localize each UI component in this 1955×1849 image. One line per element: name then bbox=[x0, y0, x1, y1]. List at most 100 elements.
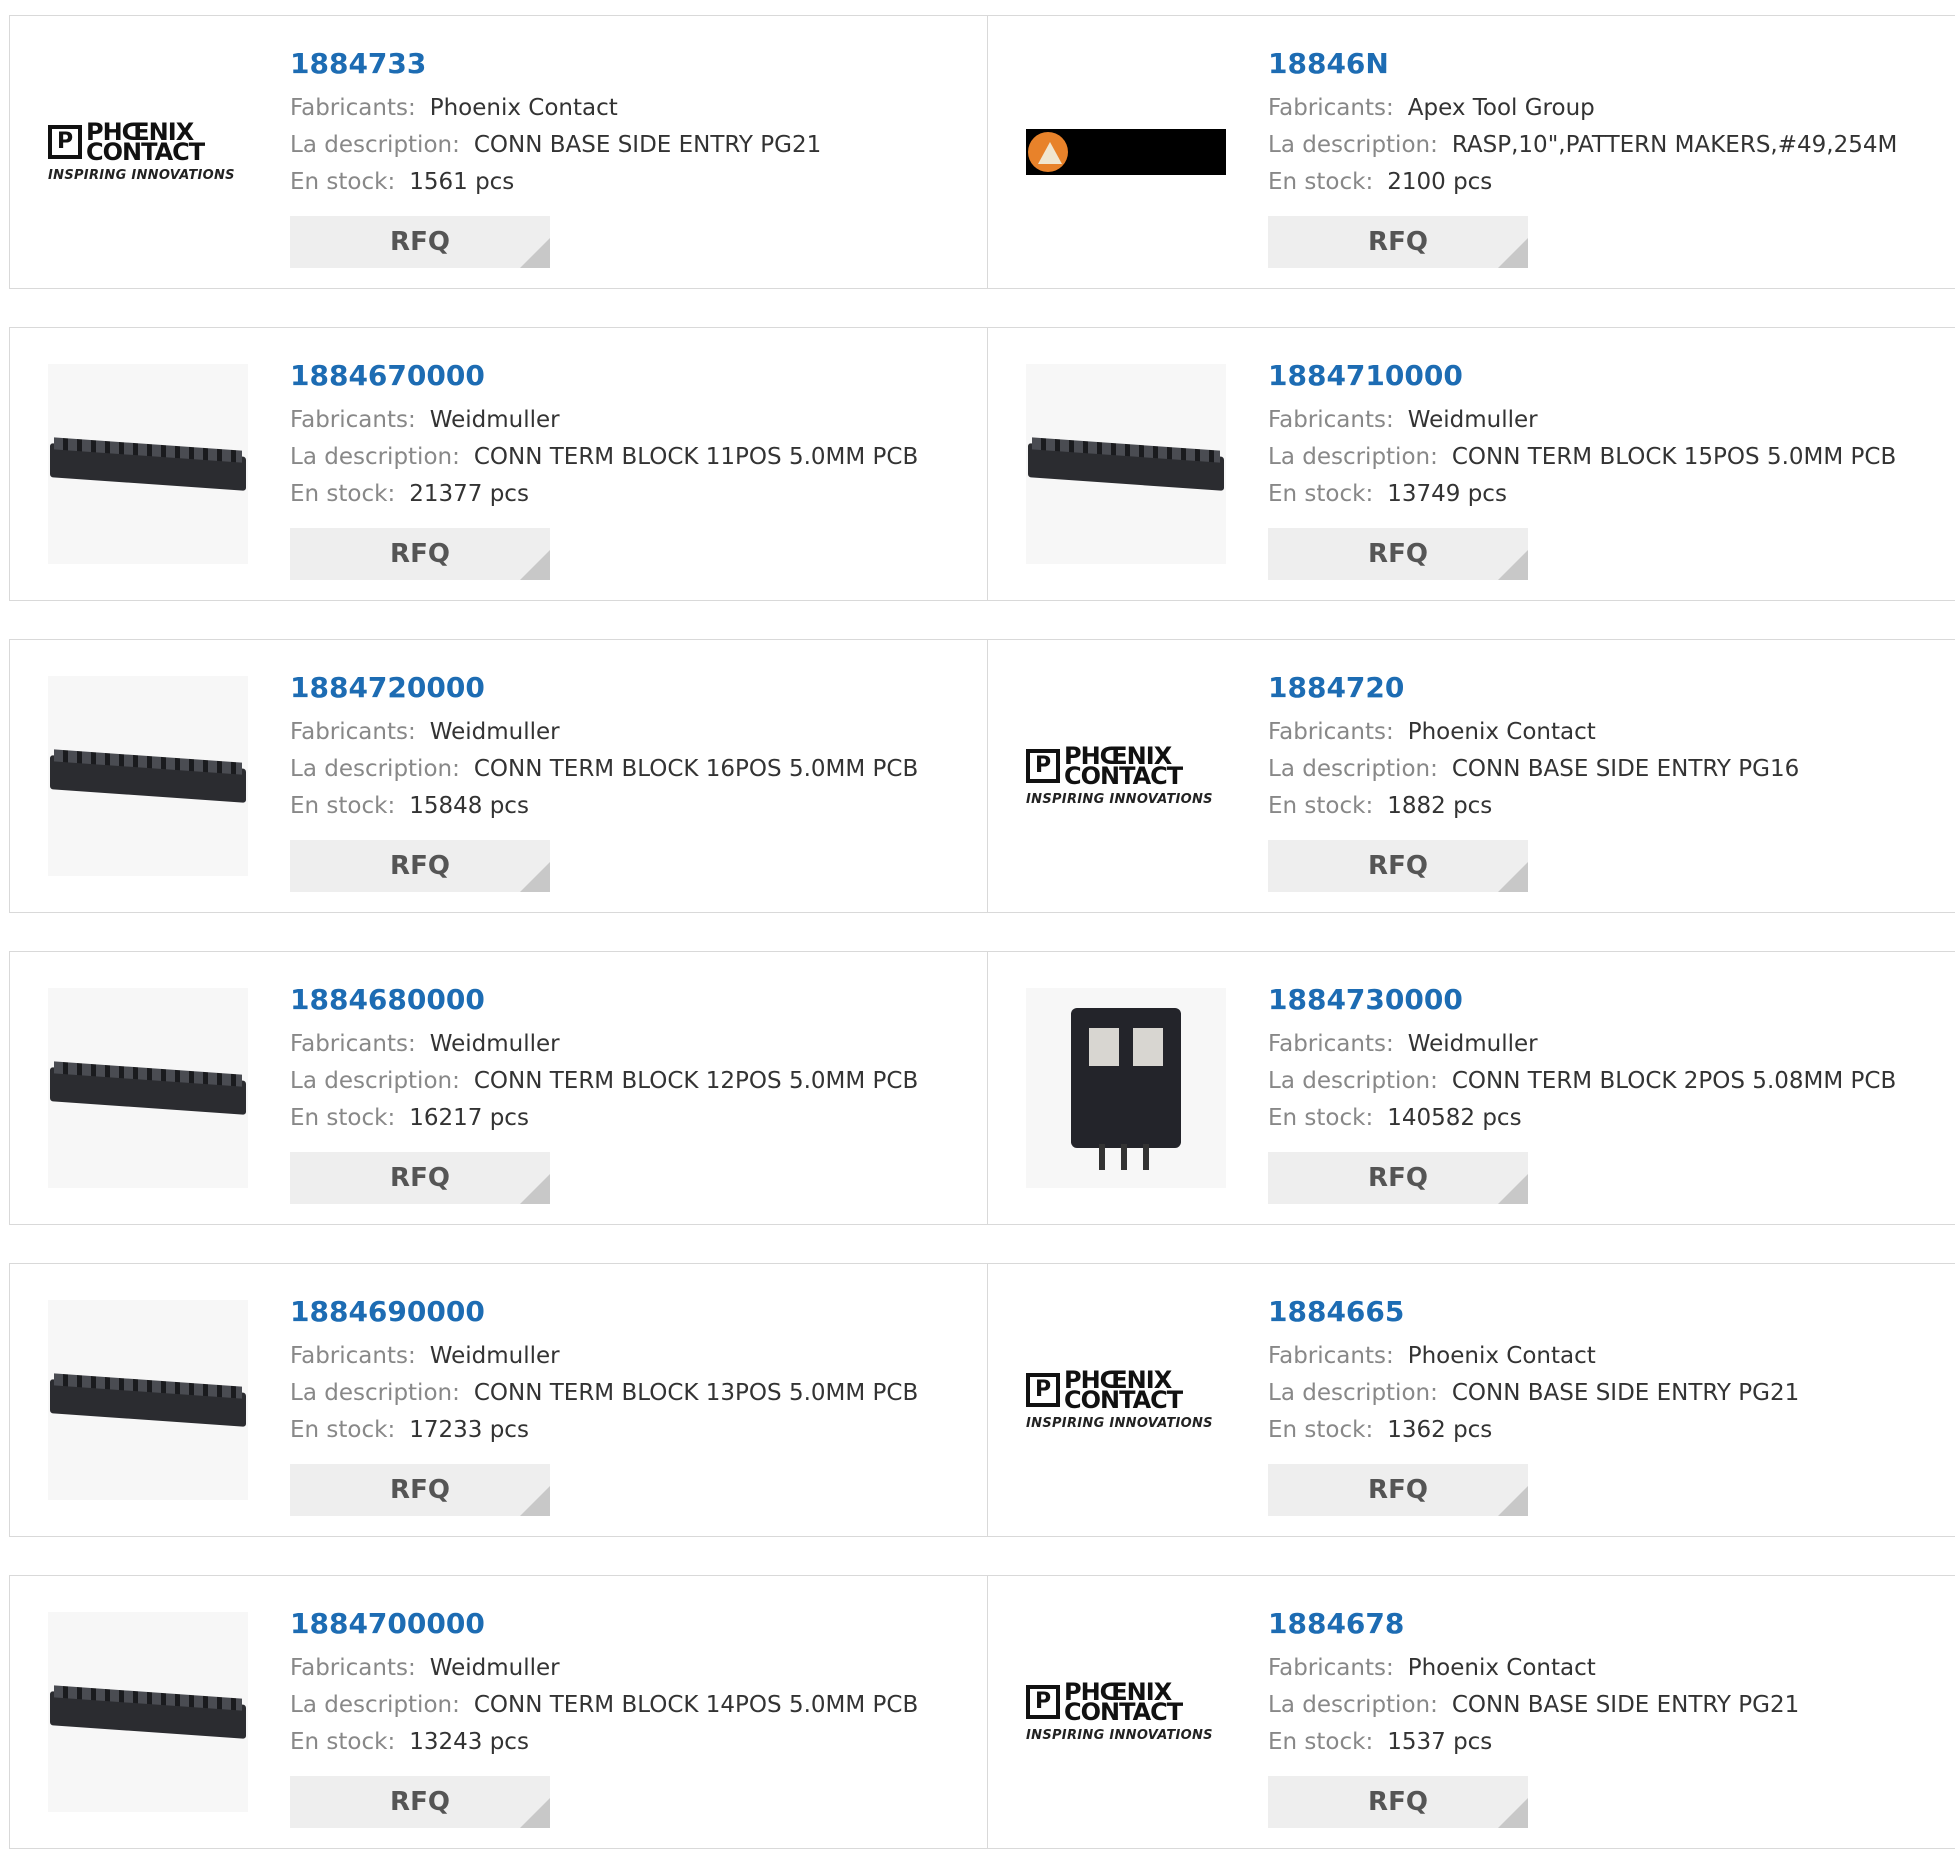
description-label: La description: bbox=[290, 444, 460, 470]
description-line: La description: CONN TERM BLOCK 12POS 5.0… bbox=[290, 1063, 918, 1100]
part-number-link[interactable]: 1884733 bbox=[290, 46, 821, 82]
manufacturer-line: Fabricants: Phoenix Contact bbox=[1268, 714, 1799, 751]
stock-line: En stock: 1362 pcs bbox=[1268, 1412, 1799, 1449]
stock-line: En stock: 15848 pcs bbox=[290, 788, 918, 825]
product-image[interactable] bbox=[48, 676, 248, 876]
manufacturer-value: Phoenix Contact bbox=[429, 95, 618, 121]
manufacturer-line: Fabricants: Weidmuller bbox=[1268, 402, 1896, 439]
product-image[interactable] bbox=[48, 1612, 248, 1812]
block-pin bbox=[1099, 1144, 1105, 1170]
rfq-button[interactable]: RFQ bbox=[290, 216, 550, 268]
rfq-corner-icon bbox=[1498, 1798, 1528, 1828]
part-number-link[interactable]: 1884720000 bbox=[290, 670, 918, 706]
part-number-link[interactable]: 1884710000 bbox=[1268, 358, 1896, 394]
product-image[interactable]: P PHŒNIX CONTACT INSPIRING INNOVATIONS bbox=[1026, 1300, 1226, 1500]
manufacturer-value: Weidmuller bbox=[429, 1343, 560, 1369]
rfq-label: RFQ bbox=[390, 1787, 450, 1817]
stock-value: 13243 pcs bbox=[409, 1729, 529, 1755]
product-image[interactable] bbox=[1026, 988, 1226, 1188]
description-line: La description: CONN TERM BLOCK 16POS 5.0… bbox=[290, 751, 918, 788]
product-image[interactable] bbox=[48, 364, 248, 564]
product-card: P PHŒNIX CONTACT INSPIRING INNOVATIONS 18846… bbox=[988, 1576, 1955, 1848]
block-screw-1 bbox=[1089, 1028, 1119, 1066]
product-image[interactable] bbox=[1026, 364, 1226, 564]
rfq-button[interactable]: RFQ bbox=[1268, 216, 1528, 268]
logo-wordmark: PHŒNIX CONTACT bbox=[1064, 744, 1183, 788]
phoenix-logo-mark-icon: P bbox=[1026, 1684, 1060, 1719]
logo-tagline: INSPIRING INNOVATIONS bbox=[1026, 1727, 1213, 1743]
manufacturer-value: Phoenix Contact bbox=[1407, 1343, 1596, 1369]
phoenix-contact-logo: P PHŒNIX CONTACT INSPIRING INNOVATIONS bbox=[1026, 1680, 1226, 1743]
rfq-corner-icon bbox=[1498, 550, 1528, 580]
product-image[interactable] bbox=[1026, 52, 1226, 252]
description-label: La description: bbox=[290, 1068, 460, 1094]
terminal-block-photo bbox=[50, 1685, 246, 1739]
product-image[interactable]: P PHŒNIX CONTACT INSPIRING INNOVATIONS bbox=[1026, 1612, 1226, 1812]
rfq-button[interactable]: RFQ bbox=[290, 1776, 550, 1828]
manufacturer-value: Weidmuller bbox=[429, 407, 560, 433]
part-number-link[interactable]: 1884690000 bbox=[290, 1294, 918, 1330]
rfq-button[interactable]: RFQ bbox=[1268, 840, 1528, 892]
description-line: La description: CONN BASE SIDE ENTRY PG16 bbox=[1268, 751, 1799, 788]
rfq-corner-icon bbox=[520, 1174, 550, 1204]
manufacturer-label: Fabricants: bbox=[290, 407, 416, 433]
rfq-label: RFQ bbox=[390, 539, 450, 569]
stock-value: 1362 pcs bbox=[1387, 1417, 1493, 1443]
two-position-block-photo bbox=[1061, 998, 1191, 1178]
part-number-link[interactable]: 1884720 bbox=[1268, 670, 1799, 706]
description-value: CONN TERM BLOCK 16POS 5.0MM PCB bbox=[473, 756, 919, 782]
product-grid: P PHŒNIX CONTACT INSPIRING INNOVATIONS 18847… bbox=[0, 0, 1955, 1849]
rfq-button[interactable]: RFQ bbox=[1268, 1776, 1528, 1828]
product-image[interactable]: P PHŒNIX CONTACT INSPIRING INNOVATIONS bbox=[1026, 676, 1226, 876]
product-image[interactable] bbox=[48, 988, 248, 1188]
rfq-label: RFQ bbox=[1368, 1163, 1428, 1193]
logo-tagline: INSPIRING INNOVATIONS bbox=[1026, 791, 1213, 807]
product-card: 1884690000 Fabricants: Weidmuller La descri… bbox=[10, 1264, 988, 1536]
description-value: RASP,10",PATTERN MAKERS,#49,254M bbox=[1451, 132, 1898, 158]
product-image[interactable]: P PHŒNIX CONTACT INSPIRING INNOVATIONS bbox=[48, 52, 248, 252]
rfq-button[interactable]: RFQ bbox=[290, 840, 550, 892]
part-number-link[interactable]: 1884678 bbox=[1268, 1606, 1799, 1642]
stock-label: En stock: bbox=[290, 481, 396, 507]
stock-line: En stock: 13243 pcs bbox=[290, 1724, 918, 1761]
logo-word-contact: CONTACT bbox=[1064, 1385, 1183, 1414]
product-info: 1884670000 Fabricants: Weidmuller La descri… bbox=[290, 358, 918, 513]
rfq-button[interactable]: RFQ bbox=[1268, 528, 1528, 580]
terminal-block-photo bbox=[50, 437, 246, 491]
product-card: 1884720000 Fabricants: Weidmuller La descri… bbox=[10, 640, 988, 912]
part-number-link[interactable]: 1884670000 bbox=[290, 358, 918, 394]
description-value: CONN TERM BLOCK 13POS 5.0MM PCB bbox=[473, 1380, 919, 1406]
rfq-button[interactable]: RFQ bbox=[1268, 1464, 1528, 1516]
description-label: La description: bbox=[1268, 1380, 1438, 1406]
stock-line: En stock: 17233 pcs bbox=[290, 1412, 918, 1449]
part-number-link[interactable]: 18846N bbox=[1268, 46, 1897, 82]
rfq-corner-icon bbox=[520, 550, 550, 580]
stock-value: 15848 pcs bbox=[409, 793, 529, 819]
manufacturer-label: Fabricants: bbox=[290, 719, 416, 745]
rfq-label: RFQ bbox=[390, 227, 450, 257]
description-label: La description: bbox=[1268, 444, 1438, 470]
rfq-button[interactable]: RFQ bbox=[290, 1464, 550, 1516]
manufacturer-label: Fabricants: bbox=[1268, 719, 1394, 745]
description-line: La description: CONN TERM BLOCK 15POS 5.0… bbox=[1268, 439, 1896, 476]
description-label: La description: bbox=[290, 132, 460, 158]
description-value: CONN BASE SIDE ENTRY PG21 bbox=[1451, 1692, 1800, 1718]
stock-value: 1561 pcs bbox=[409, 169, 515, 195]
rfq-button[interactable]: RFQ bbox=[290, 528, 550, 580]
product-info: 1884690000 Fabricants: Weidmuller La descri… bbox=[290, 1294, 918, 1449]
product-card: 18846N Fabricants: Apex Tool Group La descr… bbox=[988, 16, 1955, 288]
part-number-link[interactable]: 1884680000 bbox=[290, 982, 918, 1018]
block-pin bbox=[1143, 1144, 1149, 1170]
part-number-link[interactable]: 1884700000 bbox=[290, 1606, 918, 1642]
stock-label: En stock: bbox=[290, 793, 396, 819]
rfq-label: RFQ bbox=[390, 851, 450, 881]
part-number-link[interactable]: 1884730000 bbox=[1268, 982, 1896, 1018]
rfq-button[interactable]: RFQ bbox=[290, 1152, 550, 1204]
rfq-button[interactable]: RFQ bbox=[1268, 1152, 1528, 1204]
stock-line: En stock: 140582 pcs bbox=[1268, 1100, 1896, 1137]
logo-mark-row: P PHŒNIX CONTACT bbox=[48, 120, 248, 164]
part-number-link[interactable]: 1884665 bbox=[1268, 1294, 1799, 1330]
description-value: CONN TERM BLOCK 12POS 5.0MM PCB bbox=[473, 1068, 919, 1094]
product-image[interactable] bbox=[48, 1300, 248, 1500]
terminal-block-photo bbox=[50, 1373, 246, 1427]
